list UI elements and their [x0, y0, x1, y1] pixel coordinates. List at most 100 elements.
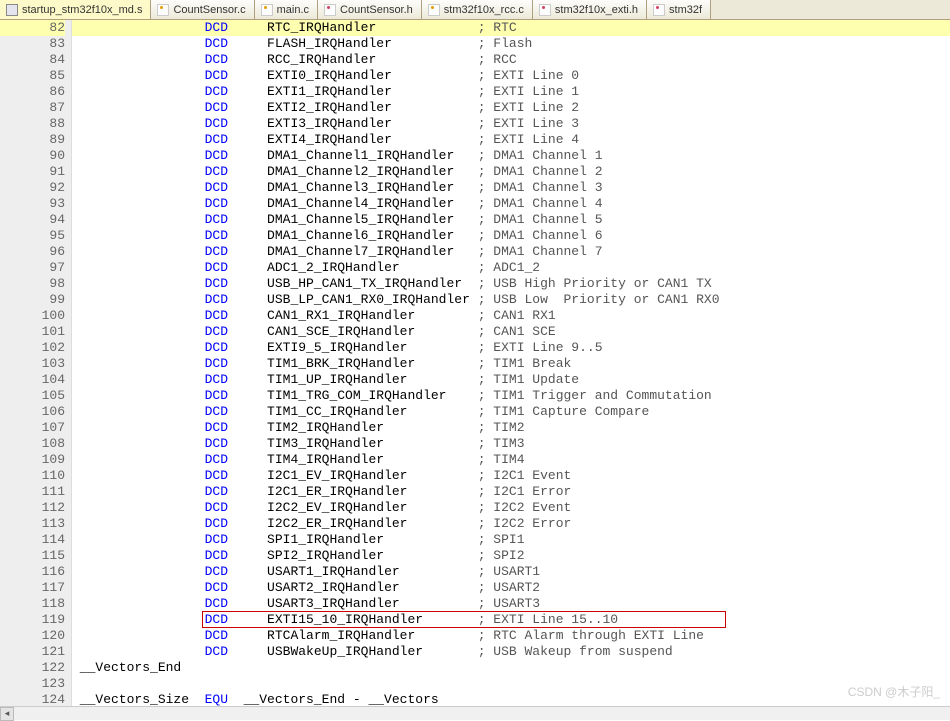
h-file-icon — [653, 4, 665, 16]
keyword: DCD — [205, 180, 228, 195]
code-line[interactable]: DCD USBWakeUp_IRQHandler ; USB Wakeup fr… — [72, 644, 950, 660]
code-line[interactable]: DCD I2C2_ER_IRQHandler ; I2C2 Error — [72, 516, 950, 532]
code-line[interactable]: DCD TIM2_IRQHandler ; TIM2 — [72, 420, 950, 436]
code-line[interactable]: DCD FLASH_IRQHandler ; Flash — [72, 36, 950, 52]
handler-name: DMA1_Channel4_IRQHandler — [267, 196, 478, 211]
code-line[interactable]: DCD I2C1_EV_IRQHandler ; I2C1 Event — [72, 468, 950, 484]
code-line[interactable]: DCD SPI1_IRQHandler ; SPI1 — [72, 532, 950, 548]
code-line[interactable]: DCD DMA1_Channel1_IRQHandler ; DMA1 Chan… — [72, 148, 950, 164]
code-line[interactable]: DCD TIM1_CC_IRQHandler ; TIM1 Capture Co… — [72, 404, 950, 420]
code-line[interactable]: DCD RTC_IRQHandler ; RTC — [72, 20, 950, 36]
tab-countsensor-h[interactable]: CountSensor.h — [318, 0, 422, 19]
tab-stm32f[interactable]: stm32f — [647, 0, 711, 19]
keyword: DCD — [205, 628, 228, 643]
keyword: DCD — [205, 596, 228, 611]
comment: ; I2C1 Error — [478, 484, 572, 499]
code-line[interactable]: DCD USB_LP_CAN1_RX0_IRQHandler ; USB Low… — [72, 292, 950, 308]
code-line[interactable]: DCD RCC_IRQHandler ; RCC — [72, 52, 950, 68]
comment: ; EXTI Line 4 — [478, 132, 579, 147]
code-line[interactable]: DCD DMA1_Channel3_IRQHandler ; DMA1 Chan… — [72, 180, 950, 196]
comment: ; TIM1 Capture Compare — [478, 404, 650, 419]
keyword: DCD — [205, 532, 228, 547]
horizontal-scrollbar[interactable]: ◂ — [0, 706, 950, 720]
code-line[interactable]: __Vectors_End — [72, 660, 950, 676]
line-number: 84 — [0, 52, 65, 68]
code-line[interactable]: DCD TIM3_IRQHandler ; TIM3 — [72, 436, 950, 452]
line-number: 101 — [0, 324, 65, 340]
code-line[interactable]: DCD EXTI15_10_IRQHandler ; EXTI Line 15.… — [72, 612, 950, 628]
code-line[interactable]: DCD DMA1_Channel2_IRQHandler ; DMA1 Chan… — [72, 164, 950, 180]
comment: ; Flash — [478, 36, 533, 51]
keyword: DCD — [205, 500, 228, 515]
code-line[interactable]: DCD I2C1_ER_IRQHandler ; I2C1 Error — [72, 484, 950, 500]
code-line[interactable]: DCD RTCAlarm_IRQHandler ; RTC Alarm thro… — [72, 628, 950, 644]
line-number: 96 — [0, 244, 65, 260]
line-number: 106 — [0, 404, 65, 420]
h-file-icon — [539, 4, 551, 16]
tab-main-c[interactable]: main.c — [255, 0, 318, 19]
code-line[interactable]: __Vectors_Size EQU __Vectors_End - __Vec… — [72, 692, 950, 706]
code-line[interactable]: DCD DMA1_Channel4_IRQHandler ; DMA1 Chan… — [72, 196, 950, 212]
code-line[interactable]: DCD TIM1_TRG_COM_IRQHandler ; TIM1 Trigg… — [72, 388, 950, 404]
code-editor[interactable]: 8283848586878889909192939495969798991001… — [0, 20, 950, 706]
comment: ; USB Low Priority or CAN1 RX0 — [478, 292, 720, 307]
code-line[interactable]: DCD TIM1_BRK_IRQHandler ; TIM1 Break — [72, 356, 950, 372]
tab-bar: startup_stm32f10x_md.sCountSensor.cmain.… — [0, 0, 950, 20]
code-line[interactable]: DCD CAN1_RX1_IRQHandler ; CAN1 RX1 — [72, 308, 950, 324]
comment: ; DMA1 Channel 3 — [478, 180, 603, 195]
code-line[interactable]: DCD EXTI2_IRQHandler ; EXTI Line 2 — [72, 100, 950, 116]
comment: ; SPI2 — [478, 548, 525, 563]
code-line[interactable]: DCD USB_HP_CAN1_TX_IRQHandler ; USB High… — [72, 276, 950, 292]
comment: ; I2C2 Error — [478, 516, 572, 531]
keyword: DCD — [205, 644, 228, 659]
code-line[interactable]: DCD EXTI3_IRQHandler ; EXTI Line 3 — [72, 116, 950, 132]
code-line[interactable]: DCD TIM4_IRQHandler ; TIM4 — [72, 452, 950, 468]
code-line[interactable]: DCD USART3_IRQHandler ; USART3 — [72, 596, 950, 612]
line-number: 109 — [0, 452, 65, 468]
code-area[interactable]: DCD RTC_IRQHandler ; RTC DCD FLASH_IRQHa… — [72, 20, 950, 706]
code-line[interactable]: DCD USART2_IRQHandler ; USART2 — [72, 580, 950, 596]
scroll-left-arrow-icon[interactable]: ◂ — [0, 707, 14, 721]
keyword: DCD — [205, 196, 228, 211]
code-line[interactable]: DCD ADC1_2_IRQHandler ; ADC1_2 — [72, 260, 950, 276]
comment: ; EXTI Line 3 — [478, 116, 579, 131]
code-line[interactable]: DCD USART1_IRQHandler ; USART1 — [72, 564, 950, 580]
code-line[interactable]: DCD EXTI9_5_IRQHandler ; EXTI Line 9..5 — [72, 340, 950, 356]
keyword: DCD — [205, 580, 228, 595]
keyword: DCD — [205, 100, 228, 115]
line-number: 93 — [0, 196, 65, 212]
handler-name: SPI1_IRQHandler — [267, 532, 478, 547]
tab-countsensor-c[interactable]: CountSensor.c — [151, 0, 254, 19]
code-line[interactable]: DCD DMA1_Channel5_IRQHandler ; DMA1 Chan… — [72, 212, 950, 228]
comment: ; RTC — [478, 20, 517, 35]
code-line[interactable]: DCD SPI2_IRQHandler ; SPI2 — [72, 548, 950, 564]
tab-label: stm32f10x_rcc.c — [444, 4, 524, 16]
comment: ; I2C2 Event — [478, 500, 572, 515]
keyword: DCD — [205, 612, 228, 627]
line-number: 100 — [0, 308, 65, 324]
handler-name: RCC_IRQHandler — [267, 52, 478, 67]
tab-startup-stm32f10x-md-s[interactable]: startup_stm32f10x_md.s — [0, 0, 151, 19]
code-line[interactable]: DCD DMA1_Channel7_IRQHandler ; DMA1 Chan… — [72, 244, 950, 260]
line-number: 85 — [0, 68, 65, 84]
code-line[interactable]: DCD I2C2_EV_IRQHandler ; I2C2 Event — [72, 500, 950, 516]
comment: ; TIM3 — [478, 436, 525, 451]
tab-stm32f10x-rcc-c[interactable]: stm32f10x_rcc.c — [422, 0, 533, 19]
code-line[interactable]: DCD EXTI1_IRQHandler ; EXTI Line 1 — [72, 84, 950, 100]
handler-name: EXTI4_IRQHandler — [267, 132, 478, 147]
handler-name: RTC_IRQHandler — [267, 20, 478, 35]
code-line[interactable]: DCD TIM1_UP_IRQHandler ; TIM1 Update — [72, 372, 950, 388]
line-number: 114 — [0, 532, 65, 548]
code-line[interactable]: DCD EXTI4_IRQHandler ; EXTI Line 4 — [72, 132, 950, 148]
tab-stm32f10x-exti-h[interactable]: stm32f10x_exti.h — [533, 0, 647, 19]
handler-name: TIM1_UP_IRQHandler — [267, 372, 478, 387]
keyword: DCD — [205, 228, 228, 243]
code-line[interactable]: DCD DMA1_Channel6_IRQHandler ; DMA1 Chan… — [72, 228, 950, 244]
handler-name: CAN1_RX1_IRQHandler — [267, 308, 478, 323]
code-line[interactable]: DCD EXTI0_IRQHandler ; EXTI Line 0 — [72, 68, 950, 84]
keyword: DCD — [205, 36, 228, 51]
code-line[interactable] — [72, 676, 950, 692]
comment: ; TIM1 Trigger and Commutation — [478, 388, 712, 403]
code-line[interactable]: DCD CAN1_SCE_IRQHandler ; CAN1 SCE — [72, 324, 950, 340]
comment: ; I2C1 Event — [478, 468, 572, 483]
